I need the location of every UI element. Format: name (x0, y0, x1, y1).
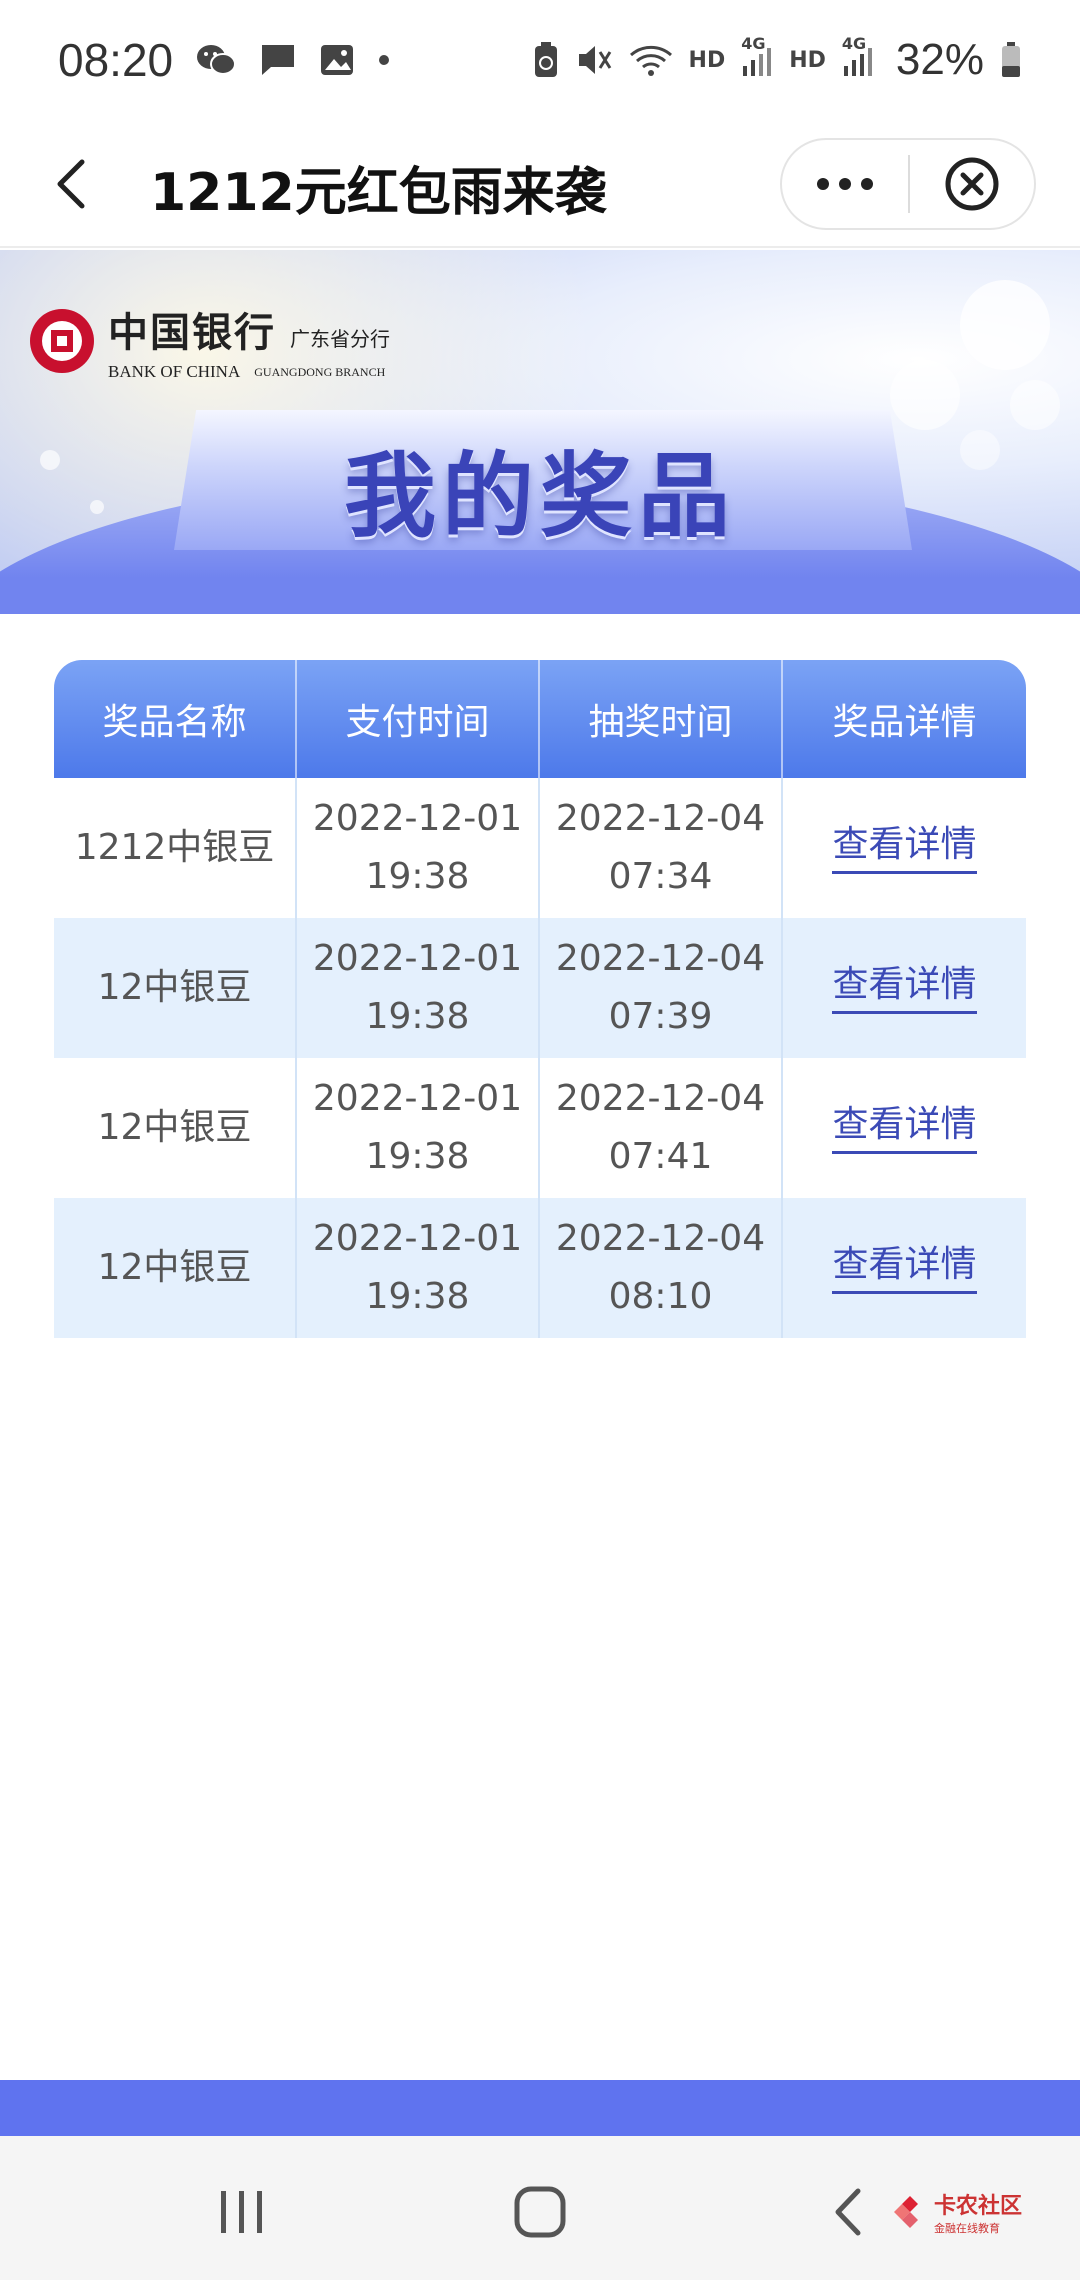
bank-name-en: BANK OF CHINA (108, 362, 241, 381)
table-row: 12中银豆 2022-12-01 19:38 2022-12-04 08:10 查看… (54, 1198, 1026, 1338)
boc-emblem-icon (30, 309, 94, 373)
dot-icon (377, 53, 391, 67)
network-type-2: HD (789, 47, 826, 73)
prize-name: 12中银豆 (54, 918, 297, 1058)
header-pay-time: 支付时间 (297, 660, 540, 778)
banner-title: 我的奖品 (343, 443, 736, 550)
detail-cell: 查看详情 (783, 1198, 1026, 1338)
more-button[interactable] (782, 140, 908, 228)
status-bar: 08:20 HD 4G HD 4G 32% (0, 0, 1080, 120)
home-button[interactable] (500, 2172, 580, 2252)
signal-icon: 4G (842, 34, 874, 78)
network-type-1: HD (688, 47, 726, 73)
gallery-icon (319, 42, 355, 78)
home-icon (514, 2186, 566, 2238)
prize-banner: 中国银行 广东省分行 BANK OF CHINA GUANGDONG BRANC… (0, 250, 1080, 614)
recents-button[interactable] (202, 2172, 282, 2252)
pay-time: 2022-12-01 19:38 (297, 918, 540, 1058)
close-button[interactable] (910, 140, 1034, 228)
draw-time: 2022-12-04 08:10 (540, 1198, 783, 1338)
bokeh-decoration (890, 360, 960, 430)
table-row: 12中银豆 2022-12-01 19:38 2022-12-04 07:39 查看… (54, 918, 1026, 1058)
branch-name-en: GUANGDONG BRANCH (254, 364, 386, 379)
system-status-icons: HD 4G HD 4G 32% (533, 34, 1022, 85)
nav-bar: 1212元红包雨来袭 (0, 120, 1080, 248)
kanong-logo-icon (893, 2196, 918, 2228)
page-title: 1212元红包雨来袭 (150, 163, 607, 223)
bank-of-china-logo: 中国银行 广东省分行 BANK OF CHINA GUANGDONG BRANC… (30, 300, 390, 382)
table-row: 12中银豆 2022-12-01 19:38 2022-12-04 07:41 查看… (54, 1058, 1026, 1198)
view-detail-link[interactable]: 查看详情 (832, 823, 977, 874)
header-draw-time: 抽奖时间 (540, 660, 783, 778)
wifi-icon (629, 43, 673, 77)
wechat-icon (195, 42, 237, 78)
detail-cell: 查看详情 (783, 918, 1026, 1058)
notification-icons (195, 42, 391, 78)
bank-name-cn: 中国银行 (108, 309, 276, 356)
pay-time: 2022-12-01 19:38 (297, 778, 540, 918)
close-circle-icon (945, 157, 999, 211)
footer-band (0, 2080, 1080, 2136)
header-prize-detail: 奖品详情 (832, 702, 977, 743)
battery-percent: 32% (895, 35, 984, 84)
more-dots-icon (817, 178, 873, 190)
back-icon (835, 2188, 861, 2236)
prize-table: 奖品名称 支付时间 抽奖时间 奖品详情 1212中银豆 2022-12-01 19… (54, 660, 1026, 1338)
chevron-left-icon (57, 159, 85, 209)
message-icon (259, 42, 297, 78)
header-prize-name: 奖品名称 (54, 660, 297, 778)
table-row: 1212中银豆 2022-12-01 19:38 2022-12-04 07:34 … (54, 778, 1026, 918)
mute-icon (575, 42, 613, 78)
detail-cell: 查看详情 (783, 778, 1026, 918)
watermark-logo: 卡农社区 金融在线教育 (892, 2188, 1022, 2236)
bokeh-decoration (960, 280, 1050, 370)
prize-name: 1212中银豆 (54, 778, 297, 918)
prize-name: 12中银豆 (54, 1198, 297, 1338)
watermark-subtitle: 金融在线教育 (933, 2222, 1000, 2235)
system-back-button[interactable] (808, 2172, 888, 2252)
system-navigation-bar: 卡农社区 金融在线教育 (0, 2136, 1080, 2280)
branch-name-cn: 广东省分行 (290, 327, 390, 351)
status-time: 08:20 (58, 34, 174, 86)
draw-time: 2022-12-04 07:34 (540, 778, 783, 918)
pay-time: 2022-12-01 19:38 (297, 1058, 540, 1198)
view-detail-link[interactable]: 查看详情 (832, 1103, 977, 1154)
battery-saver-icon (533, 41, 559, 79)
draw-time: 2022-12-04 07:39 (540, 918, 783, 1058)
table-header: 奖品名称 支付时间 抽奖时间 奖品详情 (54, 660, 1026, 778)
view-detail-link[interactable]: 查看详情 (832, 963, 977, 1014)
draw-time: 2022-12-04 07:41 (540, 1058, 783, 1198)
pay-time: 2022-12-01 19:38 (297, 1198, 540, 1338)
back-button[interactable] (40, 152, 104, 216)
mini-program-capsule (780, 138, 1036, 230)
signal-icon: 4G (741, 34, 773, 78)
view-detail-link[interactable]: 查看详情 (832, 1243, 977, 1294)
recents-icon (221, 2191, 262, 2233)
prize-name: 12中银豆 (54, 1058, 297, 1198)
detail-cell: 查看详情 (783, 1058, 1026, 1198)
battery-icon (1000, 41, 1022, 79)
watermark-title: 卡农社区 (933, 2194, 1022, 2219)
